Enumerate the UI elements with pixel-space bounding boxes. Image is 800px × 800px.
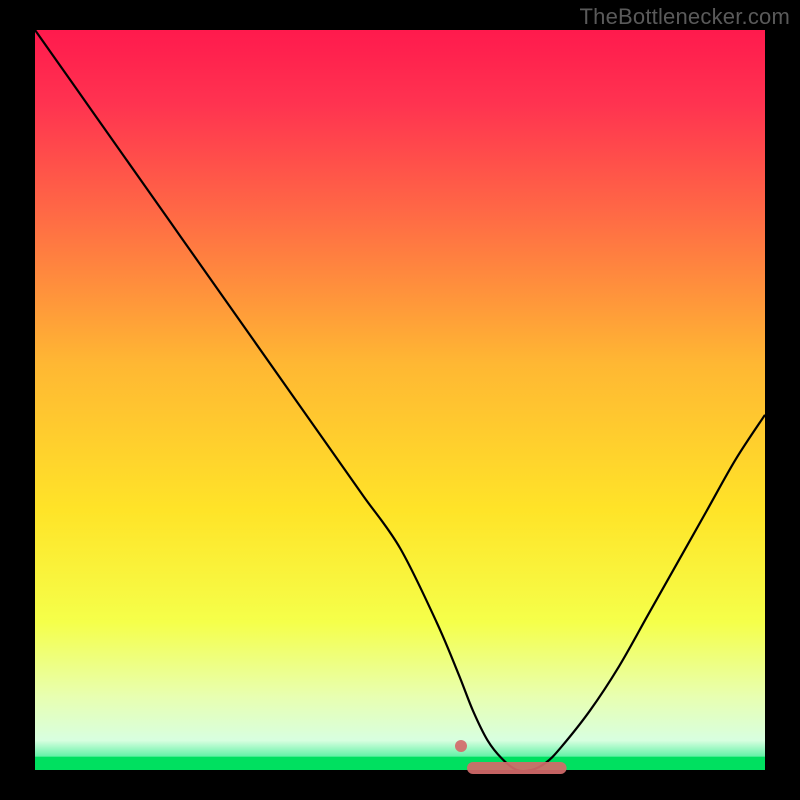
plot-area — [35, 30, 765, 770]
bottleneck-chart — [0, 0, 800, 800]
green-band — [35, 757, 765, 770]
watermark-text: TheBottlenecker.com — [580, 4, 790, 30]
